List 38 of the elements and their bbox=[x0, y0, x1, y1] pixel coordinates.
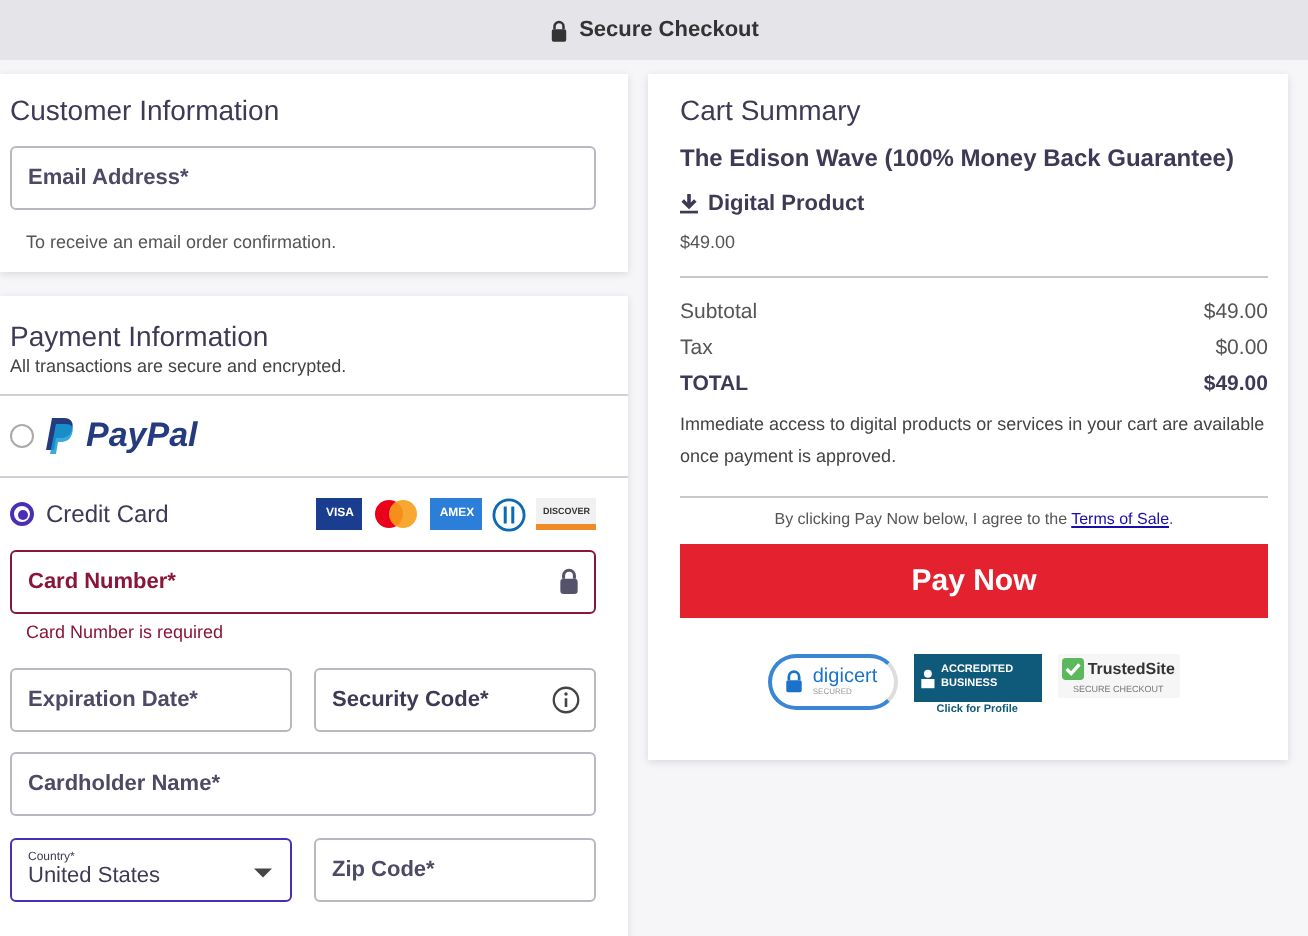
field-hint: To receive an email order confirmation. bbox=[26, 232, 339, 252]
expiration-date-field[interactable]: Expiration Date* bbox=[10, 668, 292, 732]
summary-label: TOTAL bbox=[680, 372, 749, 396]
paypal-logo-icon bbox=[46, 418, 74, 454]
radio-button[interactable] bbox=[10, 502, 34, 526]
paypal-logo: PayPal bbox=[86, 416, 198, 456]
summary-label: Subtotal bbox=[680, 300, 758, 324]
terms-agreement: By clicking Pay Now below, I agree to the Terms of Sale. bbox=[772, 510, 1176, 528]
product-price: $49.00 bbox=[680, 232, 738, 252]
summary-value: $49.00 bbox=[1203, 300, 1268, 324]
page-title: Secure Checkout bbox=[579, 18, 759, 42]
diners-icon bbox=[492, 497, 527, 531]
error-message: Card Number is required bbox=[26, 622, 226, 642]
info-icon[interactable] bbox=[552, 686, 580, 714]
security-code-field[interactable]: Security Code* bbox=[314, 668, 596, 732]
cardholder-name-field[interactable]: Cardholder Name* bbox=[10, 752, 596, 816]
access-note: Immediate access to digital products or services in your cart are available once payment is approved. bbox=[680, 412, 1267, 470]
section-title: Customer Information bbox=[10, 94, 282, 126]
section-subtitle: All transactions are secure and encrypted. bbox=[0, 356, 628, 396]
caret-icon bbox=[254, 868, 272, 878]
summary-label: Tax bbox=[680, 336, 713, 360]
zip-code-field[interactable]: Zip Code* bbox=[314, 838, 596, 902]
download-icon bbox=[680, 194, 698, 214]
section-title: Cart Summary bbox=[680, 94, 863, 126]
summary-value: $49.00 bbox=[1203, 372, 1268, 396]
option-label: Credit Card bbox=[46, 500, 169, 528]
mastercard-icon bbox=[372, 498, 421, 530]
pay-now-button[interactable]: Pay Now bbox=[680, 544, 1268, 618]
lock-icon bbox=[558, 568, 580, 594]
product-type: Digital Product bbox=[708, 192, 865, 216]
radio-button[interactable] bbox=[10, 424, 34, 448]
lock-icon bbox=[549, 19, 568, 41]
card-number-field[interactable]: Card Number* bbox=[10, 550, 596, 614]
section-title: Payment Information bbox=[8, 320, 271, 352]
product-name: The Edison Wave (100% Money Back Guarantee) bbox=[680, 144, 1236, 172]
summary-value: $0.00 bbox=[1215, 336, 1268, 360]
email-field[interactable]: Email Address* bbox=[10, 146, 596, 210]
terms-link[interactable]: Terms of Sale bbox=[1071, 510, 1170, 528]
